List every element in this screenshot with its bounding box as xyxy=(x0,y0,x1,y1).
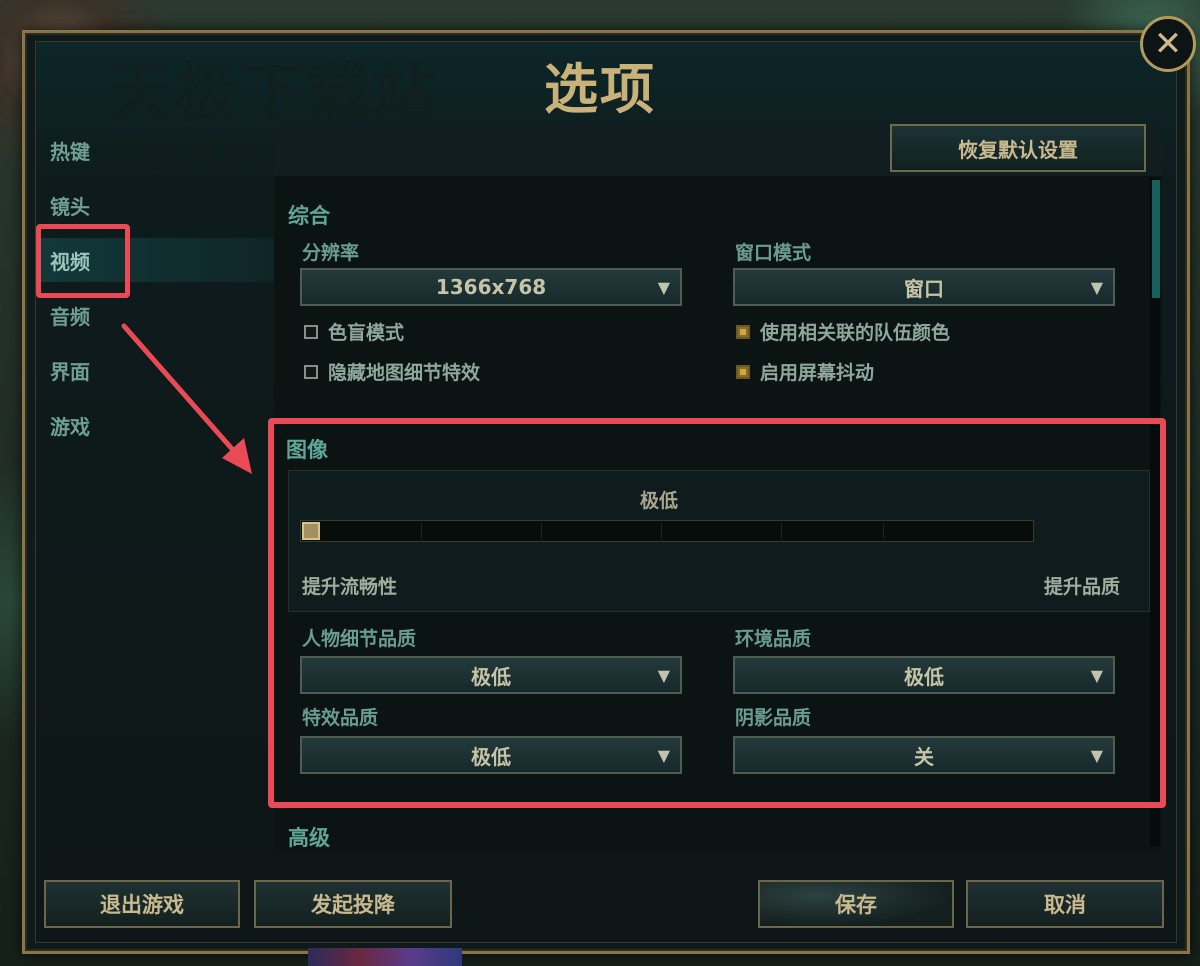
hud-icons-strip xyxy=(308,948,462,966)
annotation-arrow xyxy=(121,323,252,474)
quit-game-button[interactable]: 退出游戏 xyxy=(44,880,240,928)
cancel-button[interactable]: 取消 xyxy=(966,880,1164,928)
save-button[interactable]: 保存 xyxy=(758,880,954,928)
surrender-button[interactable]: 发起投降 xyxy=(254,880,452,928)
